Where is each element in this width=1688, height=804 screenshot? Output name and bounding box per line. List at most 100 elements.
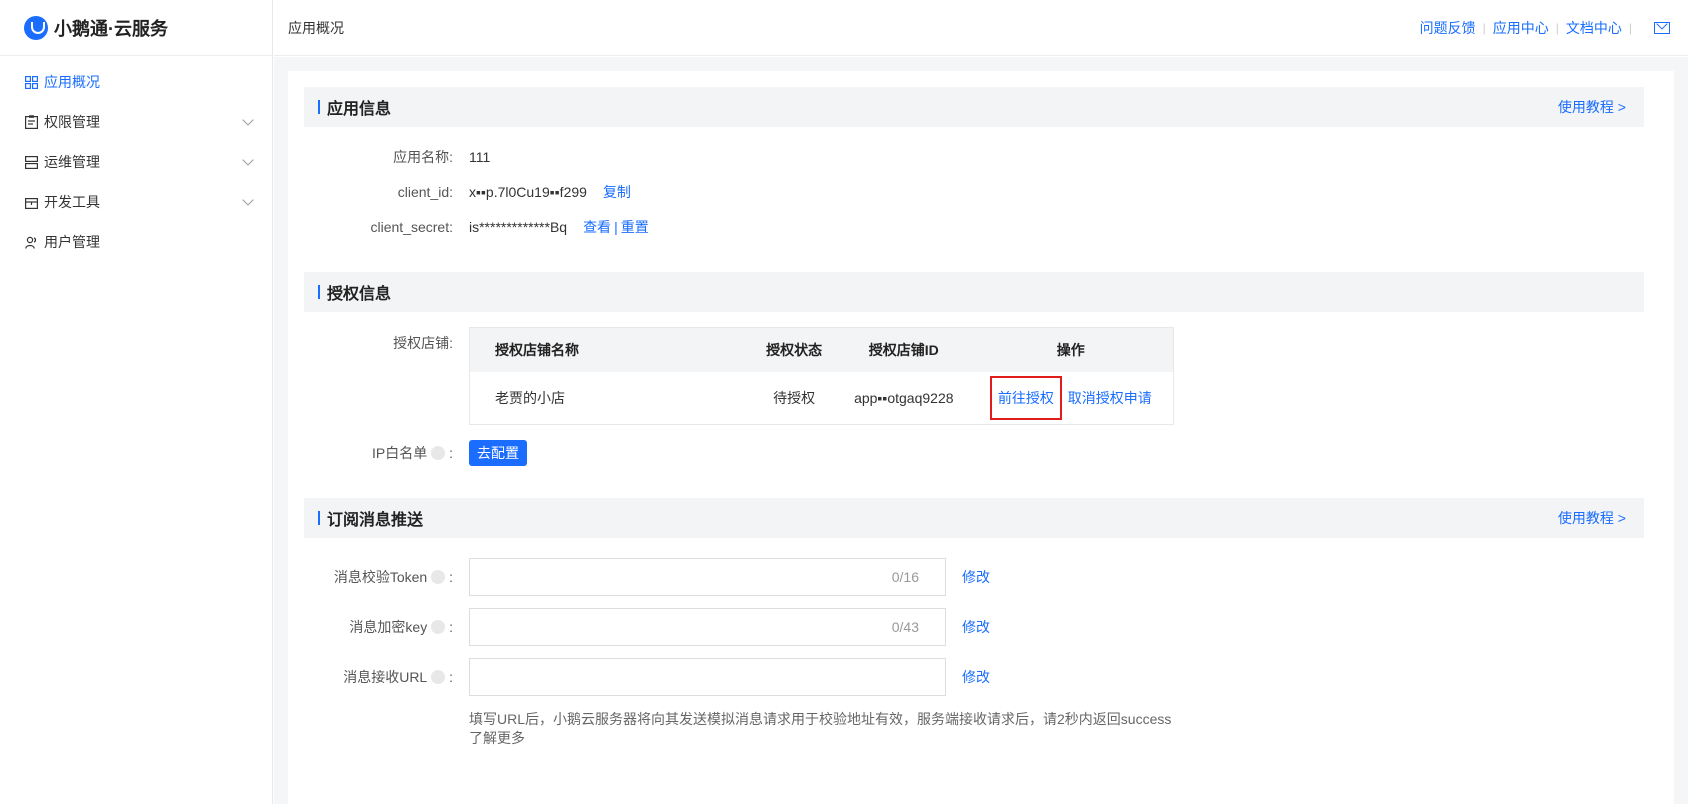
field-label: 授权店铺: bbox=[393, 335, 453, 351]
help-icon[interactable] bbox=[431, 670, 446, 684]
main-content: 应用信息 使用教程 > 应用名称: 111 client_id: x▪▪p.7l… bbox=[274, 57, 1688, 804]
label-colon: : bbox=[449, 619, 453, 635]
column-header: 授权店铺ID bbox=[868, 342, 939, 358]
column-header: 授权状态 bbox=[766, 342, 823, 358]
chevron-down-icon bbox=[242, 114, 254, 126]
configure-button[interactable]: 去配置 bbox=[469, 439, 527, 466]
page-title: 应用概况 bbox=[288, 19, 344, 36]
sidebar-nav: 应用概况 权限管理 运维管理 开发工具 用户管理 bbox=[0, 56, 272, 262]
sidebar-item-label: 运维管理 bbox=[44, 154, 100, 170]
chevron-down-icon bbox=[242, 154, 254, 166]
brand-logo[interactable]: 小鹅通·云服务 bbox=[0, 0, 272, 56]
brand-name: 小鹅通·云服务 bbox=[54, 18, 168, 39]
key-input[interactable]: 0/43 bbox=[469, 608, 946, 646]
field-label: 消息加密key : bbox=[304, 617, 469, 637]
ip-whitelist-row: IP白名单 : 去配置 bbox=[304, 435, 1644, 470]
sidebar-item-label: 权限管理 bbox=[44, 114, 100, 130]
field-label: 应用名称: bbox=[393, 148, 453, 165]
column-header: 授权店铺名称 bbox=[495, 342, 579, 358]
status-cell: 待授权 bbox=[773, 390, 816, 406]
char-counter: 0/43 bbox=[891, 619, 919, 635]
client-secret-value: is*************Bq bbox=[469, 218, 568, 235]
token-input[interactable]: 0/16 bbox=[469, 558, 946, 596]
reset-button[interactable]: 重置 bbox=[621, 217, 649, 237]
users-icon bbox=[24, 235, 38, 249]
shop-name-cell: 老贾的小店 bbox=[495, 390, 565, 406]
chevron-down-icon bbox=[242, 194, 254, 206]
auth-shop-row: 授权店铺: 授权店铺名称 授权状态 授权店铺ID 操作 老贾的小店 待授权 ap… bbox=[304, 324, 1644, 425]
copy-button[interactable]: 复制 bbox=[603, 182, 631, 202]
feedback-link[interactable]: 问题反馈 bbox=[1413, 18, 1483, 38]
label-colon: : bbox=[449, 569, 453, 585]
mail-icon[interactable] bbox=[1654, 21, 1670, 34]
sidebar-item-label: 开发工具 bbox=[44, 194, 100, 210]
subscription-header: 订阅消息推送 使用教程 > bbox=[304, 498, 1644, 538]
token-row: 消息校验Token : 0/16 修改 bbox=[304, 552, 1644, 602]
sidebar-item-permissions[interactable]: 权限管理 bbox=[0, 102, 272, 142]
help-icon[interactable] bbox=[431, 620, 446, 634]
modify-key-button[interactable]: 修改 bbox=[962, 617, 990, 637]
field-label: client_id: bbox=[397, 183, 453, 200]
field-label: IP白名单 : bbox=[304, 443, 469, 463]
token-label: 消息校验Token bbox=[333, 569, 428, 585]
field-label: 消息接收URL : bbox=[304, 667, 469, 687]
go-authorize-button[interactable]: 前往授权 bbox=[989, 376, 1062, 420]
column-header: 操作 bbox=[1056, 342, 1085, 358]
divider: | bbox=[614, 218, 618, 235]
sidebar-item-ops[interactable]: 运维管理 bbox=[0, 142, 272, 182]
server-icon bbox=[24, 155, 38, 169]
section-accent-bar bbox=[318, 100, 320, 114]
sidebar-item-devtools[interactable]: 开发工具 bbox=[0, 182, 272, 222]
auth-info-header: 授权信息 bbox=[304, 272, 1644, 312]
client-secret-row: client_secret: is*************Bq 查看 | 重置 bbox=[304, 209, 1644, 244]
auth-table: 授权店铺名称 授权状态 授权店铺ID 操作 老贾的小店 待授权 app▪▪otg… bbox=[469, 327, 1174, 425]
tutorial-link[interactable]: 使用教程 > bbox=[1558, 508, 1626, 528]
clipboard-icon bbox=[24, 115, 38, 129]
url-input[interactable] bbox=[469, 658, 946, 696]
hint-text: 填写URL后，小鹅云服务器将向其发送模拟消息请求用于校验地址有效，服务端接收请求… bbox=[469, 711, 1172, 727]
key-label: 消息加密key bbox=[349, 619, 428, 635]
docs-center-link[interactable]: 文档中心 bbox=[1559, 18, 1629, 38]
modify-token-button[interactable]: 修改 bbox=[962, 567, 990, 587]
topbar: 应用概况 问题反馈 | 应用中心 | 文档中心 | bbox=[274, 0, 1688, 56]
client-id-value: x▪▪p.7l0Cu19▪▪f299 bbox=[469, 183, 587, 200]
sidebar-item-users[interactable]: 用户管理 bbox=[0, 222, 272, 262]
content-card: 应用信息 使用教程 > 应用名称: 111 client_id: x▪▪p.7l… bbox=[288, 71, 1674, 804]
tutorial-link[interactable]: 使用教程 > bbox=[1558, 97, 1626, 117]
url-hint: 填写URL后，小鹅云服务器将向其发送模拟消息请求用于校验地址有效，服务端接收请求… bbox=[304, 710, 1644, 748]
help-icon[interactable] bbox=[431, 570, 446, 584]
sidebar-item-label: 应用概况 bbox=[44, 74, 100, 90]
app-name-row: 应用名称: 111 bbox=[304, 139, 1644, 174]
label-colon: : bbox=[449, 444, 453, 461]
table-header: 授权店铺名称 授权状态 授权店铺ID 操作 bbox=[470, 328, 1173, 372]
view-button[interactable]: 查看 bbox=[583, 217, 611, 237]
shop-id-cell: app▪▪otgaq9228 bbox=[854, 390, 954, 406]
section-title: 授权信息 bbox=[327, 286, 392, 303]
cancel-auth-request-button[interactable]: 取消授权申请 bbox=[1068, 390, 1152, 406]
sidebar: 小鹅通·云服务 应用概况 权限管理 运维管理 开发工具 用户管理 bbox=[0, 0, 273, 804]
field-label: 消息校验Token : bbox=[304, 567, 469, 587]
key-row: 消息加密key : 0/43 修改 bbox=[304, 602, 1644, 652]
sidebar-item-overview[interactable]: 应用概况 bbox=[0, 62, 272, 102]
section-accent-bar bbox=[318, 285, 320, 299]
section-title: 应用信息 bbox=[327, 101, 392, 118]
modify-url-button[interactable]: 修改 bbox=[962, 667, 990, 687]
client-id-row: client_id: x▪▪p.7l0Cu19▪▪f299 复制 bbox=[304, 174, 1644, 209]
app-center-link[interactable]: 应用中心 bbox=[1486, 18, 1556, 38]
section-accent-bar bbox=[318, 511, 320, 525]
divider: | bbox=[1628, 20, 1632, 35]
section-title: 订阅消息推送 bbox=[327, 512, 424, 529]
label-colon: : bbox=[449, 669, 453, 685]
table-row: 老贾的小店 待授权 app▪▪otgaq9228 前往授权 取消授权申请 bbox=[470, 372, 1173, 424]
learn-more-link[interactable]: 了解更多 bbox=[469, 729, 1644, 748]
top-links: 问题反馈 | 应用中心 | 文档中心 | bbox=[1413, 18, 1688, 38]
sidebar-item-label: 用户管理 bbox=[44, 234, 100, 250]
help-icon[interactable] bbox=[431, 445, 446, 460]
char-counter: 0/16 bbox=[891, 569, 919, 585]
grid-icon bbox=[24, 75, 38, 89]
app-info-header: 应用信息 使用教程 > bbox=[304, 87, 1644, 127]
logo-icon bbox=[24, 15, 48, 40]
field-label: client_secret: bbox=[370, 218, 453, 235]
ip-whitelist-label: IP白名单 bbox=[371, 444, 428, 461]
toolbox-icon bbox=[24, 195, 38, 209]
